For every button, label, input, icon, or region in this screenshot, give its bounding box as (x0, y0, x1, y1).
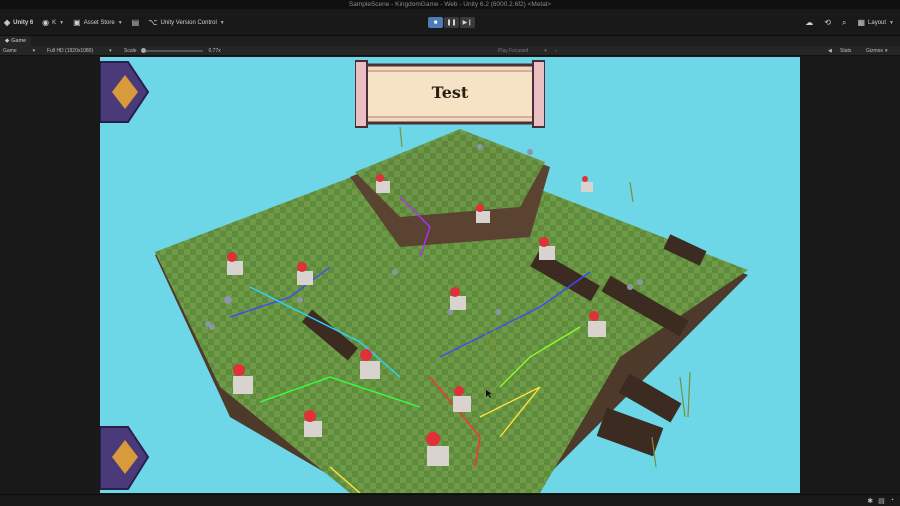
chevron-down-icon: ▾ (109, 48, 112, 54)
scale-slider[interactable] (140, 48, 203, 53)
history-icon[interactable]: ⟲ (824, 18, 831, 27)
step-icon: ▶❙ (462, 20, 473, 26)
chevron-down-icon: ▼ (889, 19, 894, 26)
tab-bar: ◆ Game (0, 36, 900, 46)
tab-game[interactable]: ◆ Game (0, 36, 32, 46)
window-title: SampleScene - KingdomGame - Web - Unity … (348, 1, 552, 8)
castle (581, 176, 593, 192)
gizmos-dropdown[interactable]: Gizmos ▾ (866, 48, 887, 54)
stats-button[interactable]: Stats (840, 48, 851, 54)
pause-button[interactable]: ❚❚ (444, 17, 459, 28)
main-toolbar: ◈ Unity 6 ◉ K ▼ ▣ Asset Store ▼ ▤ ⌥ Unit… (0, 9, 900, 36)
unity-menu-button[interactable]: ◈ Unity 6 (4, 18, 33, 27)
game-viewport[interactable]: Test (100, 57, 800, 493)
banner-title: Test (431, 83, 469, 102)
play-controls: ■ ❚❚ ▶❙ (428, 17, 475, 28)
status-bar: ✱ ▤ ◔ (0, 494, 900, 506)
account-icon: ◉ (42, 18, 50, 27)
cloud-icon[interactable]: ☁ (805, 18, 813, 27)
chevron-down-icon: ▼ (219, 19, 225, 26)
mute-icon[interactable]: ♪ (555, 48, 558, 54)
version-control-button[interactable]: ⌥ Unity Version Control ▼ (148, 18, 225, 27)
chevron-down-icon: ▾ (544, 48, 547, 54)
chevron-down-icon: ▼ (117, 19, 123, 26)
window-title-bar: SampleScene - KingdomGame - Web - Unity … (0, 0, 900, 9)
play-button[interactable]: ■ (428, 17, 443, 28)
step-button[interactable]: ▶❙ (460, 17, 475, 28)
side-badge-top (100, 61, 150, 123)
game-view-toolbar: Game ▾ Full HD (1920x1080) ▾ Scale 0.77x… (0, 46, 900, 56)
pause-icon: ❚❚ (446, 20, 457, 26)
chevron-down-icon: ▾ (32, 48, 36, 54)
play-mode-dropdown[interactable]: Play Focused ▾ ♪ (498, 48, 557, 54)
version-control-icon: ⌥ (148, 18, 158, 27)
search-icon[interactable]: ⌕ (842, 18, 846, 28)
display-dropdown[interactable]: Game ▾ (3, 48, 35, 54)
title-banner: Test (355, 59, 545, 129)
unity-logo-icon: ◈ (4, 18, 11, 27)
speaker-icon: ◀ (828, 48, 832, 54)
package-icon: ▤ (131, 18, 140, 27)
chevron-down-icon: ▾ (884, 48, 888, 54)
play-icon: ■ (433, 19, 438, 26)
bug-icon[interactable]: ✱ (867, 497, 873, 505)
resolution-dropdown[interactable]: Full HD (1920x1080) ▾ (47, 48, 112, 54)
scale-control[interactable]: Scale 0.77x (124, 48, 221, 54)
gamepad-icon: ◆ (5, 38, 10, 44)
account-button[interactable]: ◉ K ▼ (42, 18, 64, 27)
console-icon[interactable]: ▤ (878, 497, 885, 505)
package-button[interactable]: ▤ (132, 18, 140, 27)
side-badge-bottom (100, 426, 150, 490)
layout-dropdown[interactable]: ▦ Layout ▼ (857, 18, 894, 27)
asset-store-icon: ▣ (73, 18, 81, 27)
asset-store-button[interactable]: ▣ Asset Store ▼ (73, 18, 123, 27)
layout-icon: ▦ (857, 18, 866, 27)
chevron-down-icon: ▼ (59, 19, 65, 26)
progress-icon[interactable]: ◔ (890, 497, 894, 505)
audio-toggle[interactable]: ◀ (828, 48, 832, 54)
